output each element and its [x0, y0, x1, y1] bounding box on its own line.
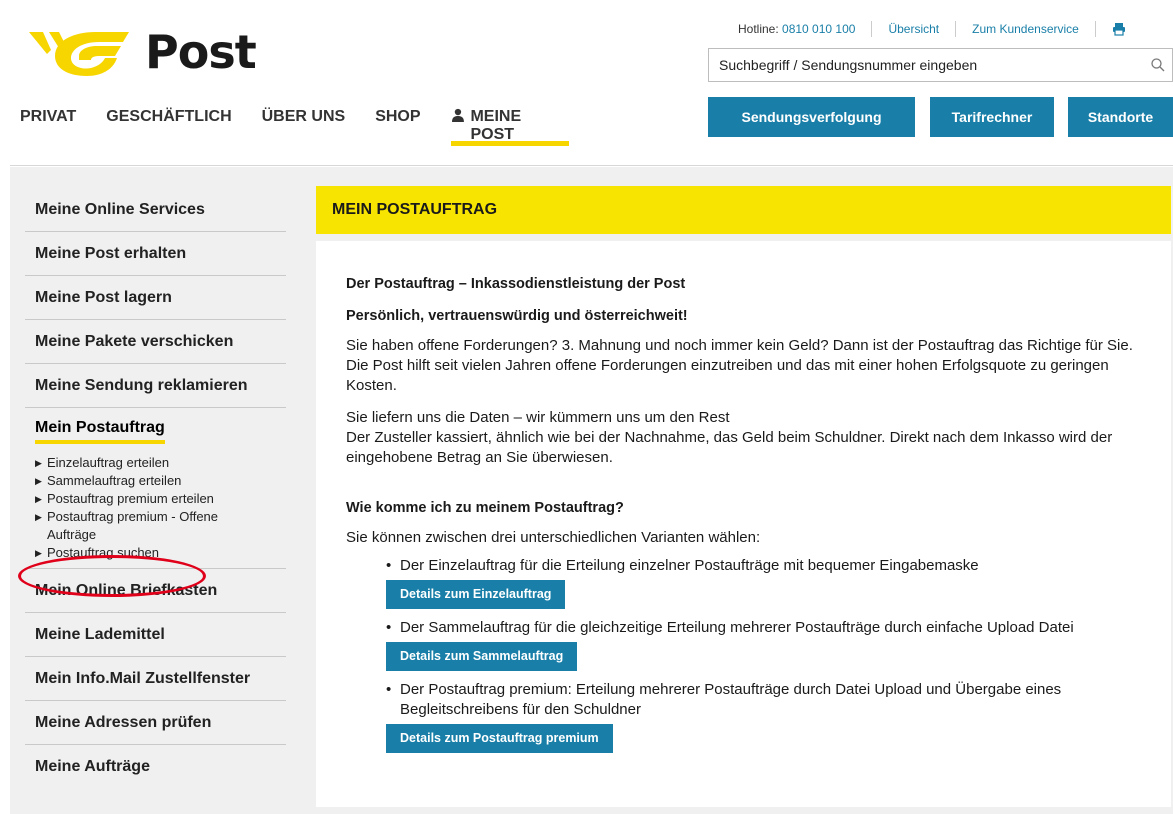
- submenu-postauftrag-suchen[interactable]: ▶ Postauftrag suchen: [35, 544, 286, 562]
- nav-geschaeftlich[interactable]: GESCHÄFTLICH: [106, 108, 231, 146]
- sidebar-item-lademittel[interactable]: Meine Lademittel: [25, 613, 286, 657]
- nav-privat[interactable]: PRIVAT: [20, 108, 76, 146]
- submenu-label: Postauftrag suchen: [47, 545, 160, 560]
- tracking-button[interactable]: Sendungsverfolgung: [708, 97, 915, 137]
- sidebar-item-sendung-reklamieren[interactable]: Meine Sendung reklamieren: [25, 364, 286, 408]
- details-sammelauftrag-button[interactable]: Details zum Sammelauftrag: [386, 642, 578, 671]
- sidebar-submenu: ▶ Einzelauftrag erteilen ▶ Sammelauftrag e…: [25, 454, 286, 569]
- locations-button[interactable]: Standorte: [1068, 97, 1173, 137]
- sidebar: Meine Online Services Meine Post erhalte…: [10, 167, 300, 814]
- nav-meine-post[interactable]: MEINE POST: [450, 108, 569, 146]
- hotline-number-link[interactable]: 0810 010 100: [782, 22, 855, 36]
- overview-link[interactable]: Übersicht: [888, 22, 939, 36]
- sidebar-item-info-mail[interactable]: Mein Info.Mail Zustellfenster: [25, 657, 286, 701]
- sidebar-item-online-briefkasten[interactable]: Mein Online Briefkasten: [25, 569, 286, 613]
- sidebar-item-postauftrag-label: Mein Postauftrag: [35, 419, 165, 444]
- content-paragraph-3: Sie können zwischen drei unterschiedlich…: [346, 529, 761, 546]
- search-box: [708, 48, 1173, 82]
- submenu-premium-erteilen[interactable]: ▶ Postauftrag premium erteilen: [35, 490, 286, 508]
- arrow-right-icon: ▶: [35, 458, 42, 468]
- page-title: MEIN POSTAUFTRAG: [316, 186, 1171, 234]
- list-item: Der Postauftrag premium: Erteilung mehre…: [376, 680, 1155, 720]
- arrow-right-icon: ▶: [35, 476, 42, 486]
- content-heading-1: Der Postauftrag – Inkassodienstleistung …: [346, 276, 686, 292]
- arrow-right-icon: ▶: [35, 494, 42, 504]
- content-paragraph-1: Sie haben offene Forderungen? 3. Mahnung…: [346, 337, 1133, 394]
- arrow-right-icon: ▶: [35, 512, 42, 522]
- divider: [871, 21, 873, 37]
- utility-bar: Hotline: 0810 010 100 Übersicht Zum Kund…: [738, 21, 1126, 37]
- content-paragraph-2-line-2: Der Zusteller kassiert, ähnlich wie bei …: [346, 429, 1113, 466]
- submenu-einzelauftrag[interactable]: ▶ Einzelauftrag erteilen: [35, 454, 286, 472]
- user-icon: [451, 108, 464, 122]
- submenu-label: Einzelauftrag erteilen: [47, 455, 170, 470]
- submenu-label: Sammelauftrag erteilen: [47, 473, 182, 488]
- nav-shop[interactable]: SHOP: [375, 108, 420, 146]
- list-item: Der Einzelauftrag für die Erteilung einz…: [376, 556, 1155, 576]
- content-paragraph-2-line-1: Sie liefern uns die Daten – wir kümmern …: [346, 409, 730, 426]
- nav-meine-post-label: MEINE POST: [470, 108, 522, 143]
- content-box: Der Postauftrag – Inkassodienstleistung …: [316, 241, 1171, 807]
- tariff-calculator-button[interactable]: Tarifrechner: [930, 97, 1054, 137]
- hotline-label: Hotline:: [738, 22, 779, 36]
- main-navigation: PRIVAT GESCHÄFTLICH ÜBER UNS SHOP MEINE …: [20, 108, 599, 146]
- submenu-premium-offene[interactable]: ▶ Postauftrag premium - Offene Aufträge: [35, 508, 286, 544]
- submenu-label: Postauftrag premium erteilen: [47, 491, 214, 506]
- sidebar-item-post-erhalten[interactable]: Meine Post erhalten: [25, 232, 286, 276]
- search-icon[interactable]: [1144, 49, 1172, 81]
- logo-text: Post: [145, 25, 257, 79]
- divider: [1094, 21, 1096, 37]
- submenu-label: Postauftrag premium - Offene Aufträge: [47, 509, 219, 542]
- details-premium-button[interactable]: Details zum Postauftrag premium: [386, 724, 613, 753]
- divider: [955, 21, 957, 37]
- sidebar-item-post-lagern[interactable]: Meine Post lagern: [25, 276, 286, 320]
- sidebar-item-online-services[interactable]: Meine Online Services: [25, 188, 286, 232]
- sidebar-item-postauftrag[interactable]: Mein Postauftrag: [25, 408, 286, 454]
- list-item: Der Sammelauftrag für die gleichzeitige …: [376, 618, 1155, 638]
- content-heading-2: Persönlich, vertrauenswürdig und österre…: [346, 308, 688, 324]
- content-heading-3: Wie komme ich zu meinem Postauftrag?: [346, 500, 624, 516]
- main-content: MEIN POSTAUFTRAG Der Postauftrag – Inkas…: [300, 167, 1173, 814]
- sidebar-item-auftraege[interactable]: Meine Aufträge: [25, 745, 286, 789]
- sidebar-item-adressen-pruefen[interactable]: Meine Adressen prüfen: [25, 701, 286, 745]
- post-logo[interactable]: Post: [25, 25, 257, 79]
- sidebar-item-pakete-verschicken[interactable]: Meine Pakete verschicken: [25, 320, 286, 364]
- nav-ueber-uns[interactable]: ÜBER UNS: [262, 108, 346, 146]
- post-horn-icon: [29, 32, 129, 76]
- print-icon[interactable]: [1112, 22, 1126, 36]
- search-input[interactable]: [719, 57, 1144, 73]
- submenu-sammelauftrag[interactable]: ▶ Sammelauftrag erteilen: [35, 472, 286, 490]
- arrow-right-icon: ▶: [35, 548, 42, 558]
- customer-service-link[interactable]: Zum Kundenservice: [972, 22, 1079, 36]
- details-einzelauftrag-button[interactable]: Details zum Einzelauftrag: [386, 580, 566, 609]
- site-header: Post Hotline: 0810 010 100 Übersicht Zum…: [10, 0, 1173, 166]
